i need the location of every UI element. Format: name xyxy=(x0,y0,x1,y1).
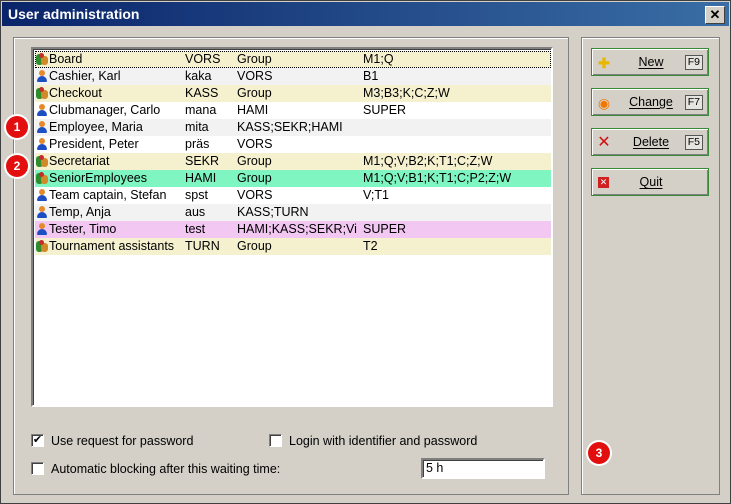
user-id: SEKR xyxy=(185,154,220,168)
user-type: Group xyxy=(237,239,272,253)
user-type: HAMI xyxy=(237,103,269,117)
auto-block-label: Automatic blocking after this waiting ti… xyxy=(51,462,281,476)
user-type: KASS;SEKR;HAMI xyxy=(237,120,343,134)
delete-icon: ✕ xyxy=(597,134,611,151)
user-id: kaka xyxy=(185,69,212,83)
user-rights: M1;Q;V;B1;K;T1;C;P2;Z;W xyxy=(363,171,512,185)
user-type: VORS xyxy=(237,188,273,202)
waiting-time-input[interactable]: 5 h xyxy=(421,458,545,479)
list-item[interactable]: Board VORS Group M1;Q xyxy=(35,51,551,68)
delete-shortcut: F5 xyxy=(684,135,703,150)
user-type: VORS xyxy=(237,69,273,83)
change-icon: ◉ xyxy=(597,95,611,111)
user-rights: SUPER xyxy=(363,103,407,117)
user-rights: SUPER xyxy=(363,222,407,236)
annotation-badge-2: 2 xyxy=(6,155,28,177)
user-rights: M1;Q;V;B2;K;T1;C;Z;W xyxy=(363,154,493,168)
user-id: mana xyxy=(185,103,217,117)
user-name: Cashier, Karl xyxy=(49,69,121,83)
user-name: Team captain, Stefan xyxy=(49,188,167,202)
user-name: Board xyxy=(49,52,83,66)
user-name: Tester, Timo xyxy=(49,222,117,236)
user-administration-window: User administration ✕ Board VORS Group M1;Q… xyxy=(0,0,731,504)
user-name: President, Peter xyxy=(49,137,139,151)
new-shortcut: F9 xyxy=(684,55,703,70)
quit-button-label: Quit xyxy=(639,175,663,189)
quit-button[interactable]: ✕ Quit xyxy=(591,168,709,196)
close-button[interactable]: ✕ xyxy=(705,6,725,24)
window-title: User administration xyxy=(8,6,140,22)
user-list[interactable]: Board VORS Group M1;Q Cashier, Karl kaka VORS B… xyxy=(31,47,553,407)
delete-button-label: Delete xyxy=(632,135,670,149)
user-type: Group xyxy=(237,52,272,66)
user-id: aus xyxy=(185,205,206,219)
user-id: TURN xyxy=(185,239,220,253)
user-type: Group xyxy=(237,154,272,168)
person-icon xyxy=(36,70,48,82)
group-icon xyxy=(36,172,48,184)
auto-block-checkbox[interactable] xyxy=(31,462,44,475)
title-bar[interactable]: User administration ✕ xyxy=(2,2,729,26)
user-name: SeniorEmployees xyxy=(49,171,147,185)
list-item[interactable]: Employee, Maria mita KASS;SEKR;HAMI xyxy=(35,119,551,136)
user-type: KASS;TURN xyxy=(237,205,309,219)
user-rights: M1;Q xyxy=(363,52,394,66)
user-rights: B1 xyxy=(363,69,379,83)
user-name: Tournament assistants xyxy=(49,239,175,253)
user-name: Clubmanager, Carlo xyxy=(49,103,161,117)
use-request-label: Use request for password xyxy=(51,434,194,448)
user-id: test xyxy=(185,222,206,236)
person-icon xyxy=(36,206,48,218)
person-icon xyxy=(36,223,48,235)
user-name: Employee, Maria xyxy=(49,120,143,134)
change-shortcut: F7 xyxy=(684,95,703,110)
list-item[interactable]: Clubmanager, Carlo mana HAMI SUPER xyxy=(35,102,551,119)
quit-icon: ✕ xyxy=(598,177,609,188)
user-id: präs xyxy=(185,137,210,151)
login-identifier-label: Login with identifier and password xyxy=(289,434,478,448)
person-icon xyxy=(36,189,48,201)
user-id: HAMI xyxy=(185,171,217,185)
user-rights: V;T1 xyxy=(363,188,389,202)
list-item[interactable]: Checkout KASS Group M3;B3;K;C;Z;W xyxy=(35,85,551,102)
user-name: Secretariat xyxy=(49,154,110,168)
user-type: Group xyxy=(237,86,272,100)
user-name: Checkout xyxy=(49,86,102,100)
user-type: HAMI;KASS;SEKR;Vi xyxy=(237,222,357,236)
login-identifier-checkbox[interactable] xyxy=(269,434,282,447)
user-type: VORS xyxy=(237,137,273,151)
list-item[interactable]: SeniorEmployees HAMI Group M1;Q;V;B1;K;T1;C… xyxy=(35,170,551,187)
user-id: VORS xyxy=(185,52,221,66)
change-button[interactable]: ◉ Change F7 xyxy=(591,88,709,116)
list-item[interactable]: President, Peter präs VORS xyxy=(35,136,551,153)
user-id: KASS xyxy=(185,86,219,100)
list-item[interactable]: Cashier, Karl kaka VORS B1 xyxy=(35,68,551,85)
person-icon xyxy=(36,138,48,150)
new-icon: ✚ xyxy=(598,55,610,71)
change-button-label: Change xyxy=(629,95,673,109)
user-type: Group xyxy=(237,171,272,185)
new-button-label: New xyxy=(638,55,664,69)
list-item[interactable]: Secretariat SEKR Group M1;Q;V;B2;K;T1;C;Z;W xyxy=(35,153,551,170)
use-request-checkbox[interactable]: ✔ xyxy=(31,434,44,447)
group-icon xyxy=(36,53,48,65)
user-name: Temp, Anja xyxy=(49,205,111,219)
list-item[interactable]: Tournament assistants TURN Group T2 xyxy=(35,238,551,255)
user-id: spst xyxy=(185,188,208,202)
group-icon xyxy=(36,87,48,99)
list-item[interactable]: Temp, Anja aus KASS;TURN xyxy=(35,204,551,221)
person-icon xyxy=(36,104,48,116)
annotation-badge-1: 1 xyxy=(6,116,28,138)
user-rights: M3;B3;K;C;Z;W xyxy=(363,86,450,100)
delete-button[interactable]: ✕ Delete F5 xyxy=(591,128,709,156)
user-rights: T2 xyxy=(363,239,378,253)
group-icon xyxy=(36,240,48,252)
user-id: mita xyxy=(185,120,209,134)
person-icon xyxy=(36,121,48,133)
list-item[interactable]: Tester, Timo test HAMI;KASS;SEKR;Vi SUPER xyxy=(35,221,551,238)
list-item[interactable]: Team captain, Stefan spst VORS V;T1 xyxy=(35,187,551,204)
new-button[interactable]: ✚ New F9 xyxy=(591,48,709,76)
group-icon xyxy=(36,155,48,167)
